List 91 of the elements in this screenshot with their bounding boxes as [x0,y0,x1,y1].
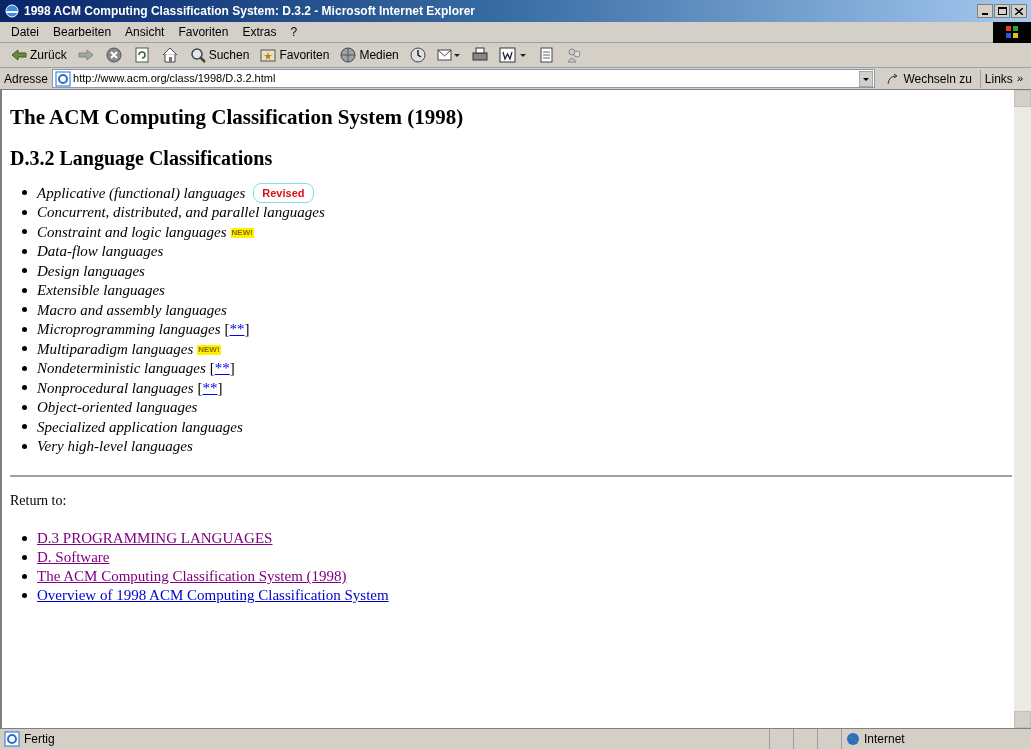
address-label: Adresse [4,70,49,88]
language-item: Very high-level languages [37,437,193,456]
home-icon [160,46,179,64]
language-item: Object-oriented languages [37,398,198,417]
more-chevron[interactable]: » [1016,70,1027,87]
toolbar-favorites-button[interactable]: Favoriten [257,46,332,64]
toolbar-media-button[interactable]: Medien [337,46,401,64]
revised-badge: Revised [253,182,314,203]
bullet-icon [22,443,27,449]
bullet-icon [22,536,27,541]
curved-arrow-icon [887,72,900,85]
word-document-dropdown-icon [498,46,527,64]
page-title: The ACM Computing Classification System (1998) [10,104,465,130]
bracket-text: ] [217,378,223,398]
windows-logo-icon [993,21,1031,43]
page-icon [55,70,72,87]
language-item: Specialized application languages [37,417,243,437]
menu-item[interactable]: Ansicht [118,23,172,41]
close-button[interactable] [1011,4,1027,18]
magnifier-icon [188,46,207,64]
bullet-icon [22,209,27,215]
bullet-icon [22,190,27,196]
clock-icon [408,46,427,64]
language-item: Extensible languages [37,281,165,300]
minimize-button[interactable] [977,4,993,18]
go-button[interactable]: Wechseln zu [879,69,981,88]
minimize-icon [982,13,988,15]
maximize-icon [997,7,1007,15]
new-badge: NEW! [230,228,254,239]
toolbar-edit-button[interactable] [496,46,529,64]
forward-arrow-icon [76,46,95,64]
language-item: Data-flow languages [37,242,164,261]
zone-label: Internet [864,731,905,748]
menu-item[interactable]: Bearbeiten [46,23,119,41]
maximize-button[interactable] [994,4,1010,18]
bullet-icon [22,365,27,371]
page-icon [4,731,20,747]
bracket-text: [ [209,359,215,378]
stop-icon [104,46,123,64]
bracket-text: ] [244,320,250,339]
bullet-icon [22,346,27,352]
people-icon [564,46,583,64]
toolbar-back-button[interactable]: Zurück [8,46,69,64]
bullet-icon [22,385,27,391]
bullet-icon [22,593,27,598]
bullet-icon [22,555,27,560]
star-folder-icon [259,46,278,64]
bullet-icon [22,229,27,235]
window-title: 1998 ACM Computing Classification System: D.3.2 - Microsoft Internet Explorer [24,3,476,20]
language-item: Constraint and logic languages [37,222,227,242]
envelope-dropdown-icon [436,46,461,64]
language-item: Design languages [37,261,145,281]
language-item: Concurrent, distributed, and parallel languages [37,203,325,222]
new-badge: NEW! [197,345,221,356]
language-item: Applicative (functional) languages [37,183,246,203]
close-icon [1015,7,1023,15]
toolbar-search-button[interactable]: Suchen [186,46,252,64]
menu-item[interactable]: Favoriten [171,23,236,41]
language-item: Nonprocedural languages [37,378,194,398]
globe-icon [339,46,358,64]
status-text: Fertig [24,731,55,748]
bracket-text: [ [224,320,230,339]
section-heading: D.3.2 Language Classifications [10,146,274,170]
printer-icon [470,46,489,64]
toolbar-mail-button[interactable] [434,46,463,64]
return-label: Return to: [10,492,68,510]
menu-item[interactable]: Datei [4,23,46,41]
bracket-text: [ [197,378,203,398]
address-field[interactable]: http://www.acm.org/class/1998/D.3.2.html [52,69,876,88]
menu-item[interactable]: ? [283,23,305,41]
language-item: Macro and assembly languages [37,300,227,320]
bullet-icon [22,404,27,410]
footnote-link[interactable]: ** [229,318,245,341]
links-label[interactable]: Links [984,69,1013,88]
back-arrow-icon [10,46,28,64]
bullet-icon [22,574,27,579]
bullet-icon [22,424,27,430]
menu-item[interactable]: Extras [235,23,284,41]
language-item: Nondeterministic languages [37,359,206,378]
bullet-icon [22,287,27,293]
language-item: Microprogramming languages [37,320,221,339]
browser-logo-icon [4,3,20,19]
bullet-icon [22,248,27,254]
dropdown-arrow-icon[interactable] [859,70,874,87]
bullet-icon [22,307,27,313]
bracket-text: ] [229,359,235,378]
bullet-icon [22,326,27,332]
globe-icon [846,732,860,746]
refresh-icon [132,46,151,64]
bullet-icon [22,268,27,274]
language-item: Multiparadigm languages [37,339,194,359]
